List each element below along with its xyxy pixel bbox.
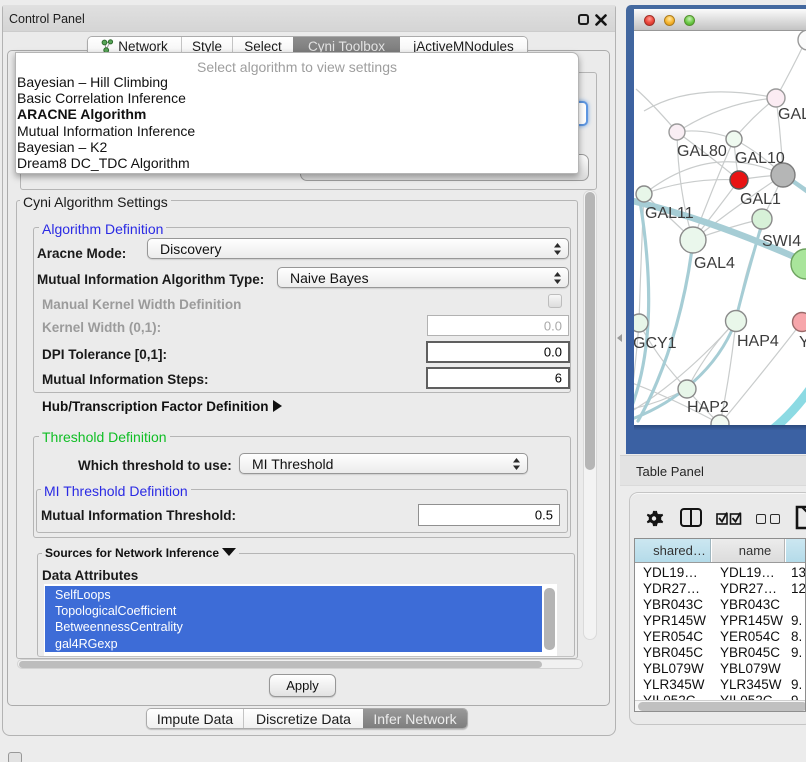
svg-text:HAP4: HAP4 <box>737 333 779 350</box>
svg-text:GAL80: GAL80 <box>677 143 727 160</box>
svg-text:HAP2: HAP2 <box>687 399 729 416</box>
svg-text:GAL1: GAL1 <box>740 191 781 208</box>
svg-text:SWI4: SWI4 <box>762 233 801 250</box>
svg-text:GAL10: GAL10 <box>735 150 785 167</box>
svg-text:GAL11: GAL11 <box>645 205 694 222</box>
svg-text:GAL: GAL <box>778 106 806 123</box>
svg-text:GAL4: GAL4 <box>694 255 735 272</box>
svg-text:Y: Y <box>799 334 806 351</box>
svg-text:GCY1: GCY1 <box>634 335 677 352</box>
